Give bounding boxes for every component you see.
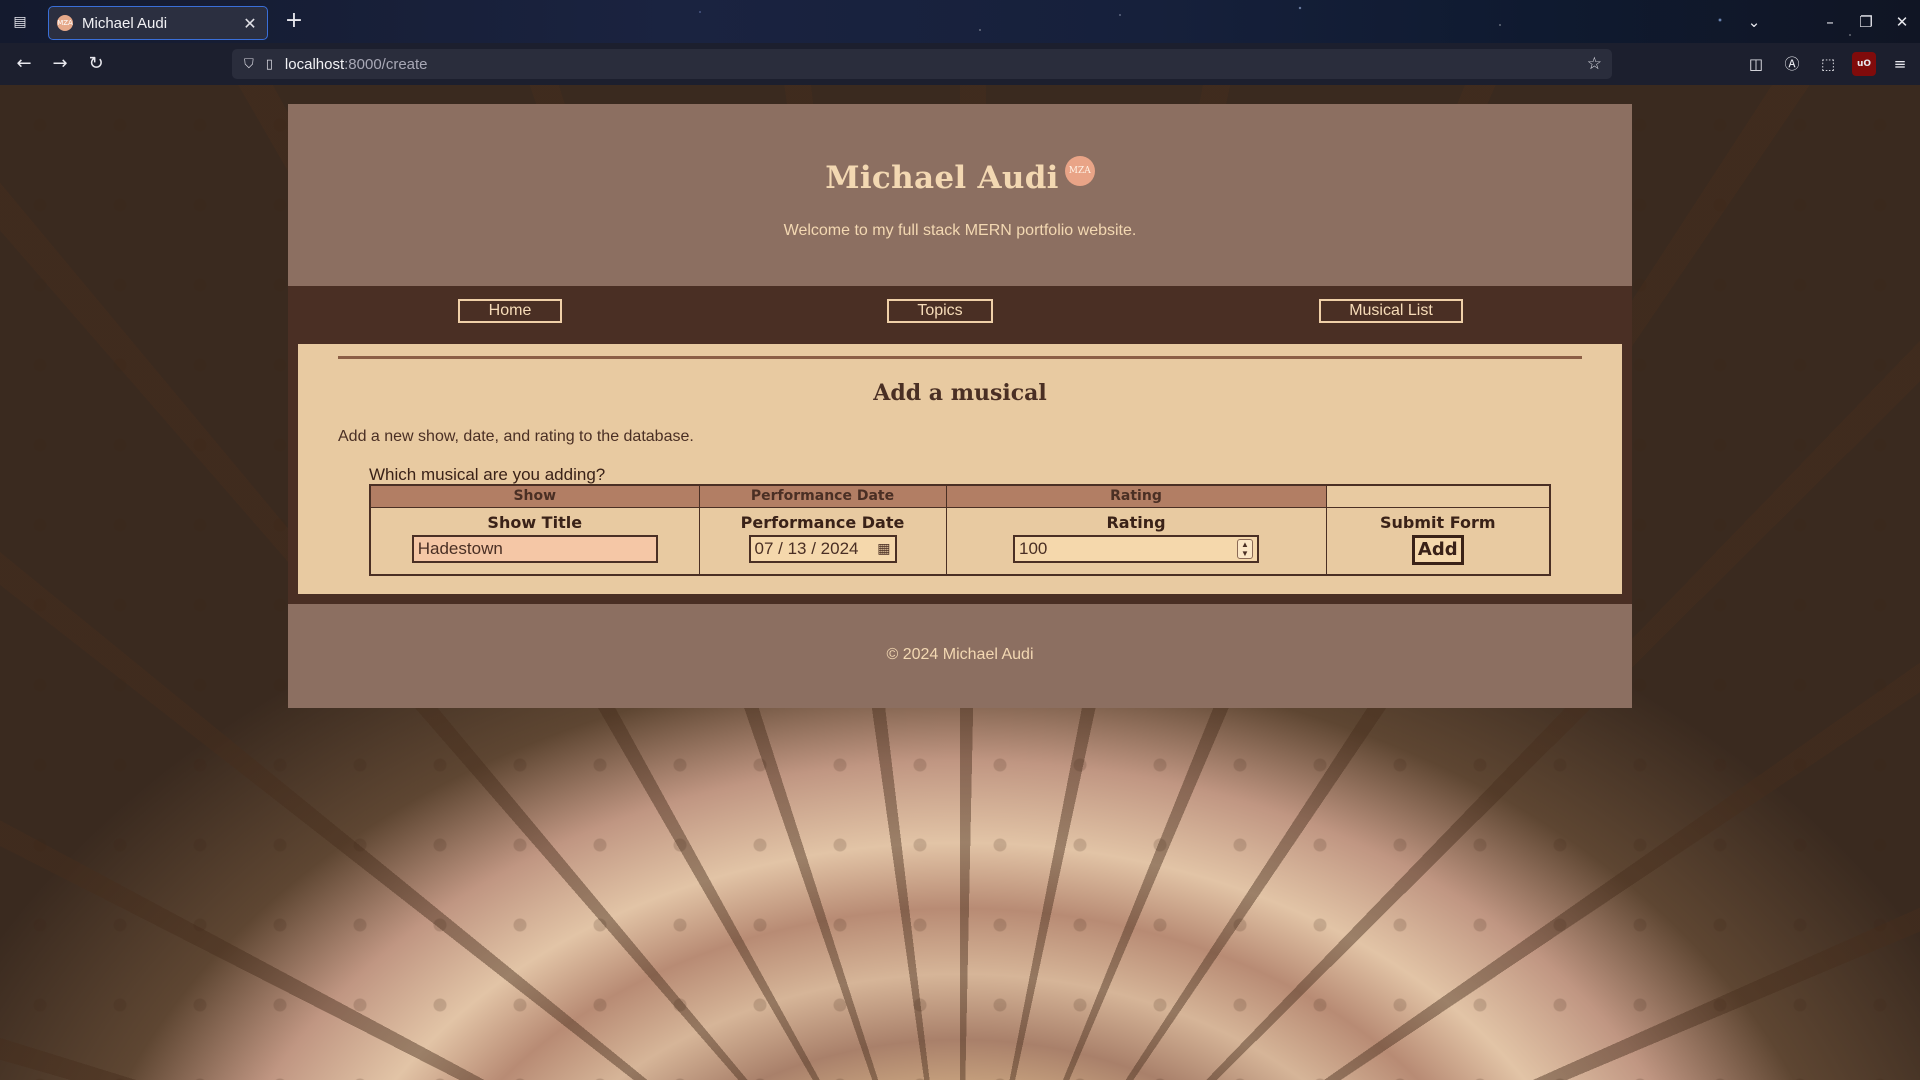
- page-info-icon[interactable]: ▯: [266, 57, 273, 72]
- site-title: Michael Audi: [825, 160, 1059, 196]
- date-cell: Performance Date 07 / 13 / 2024 ▦: [698, 506, 947, 576]
- date-value: 07 / 13 / 2024: [754, 538, 859, 558]
- reload-icon[interactable]: ↻: [84, 52, 108, 76]
- menu-icon[interactable]: ≡: [1888, 52, 1912, 76]
- rating-label: Rating: [1106, 512, 1166, 532]
- rating-cell: Rating 100 ▲ ▼: [945, 506, 1327, 576]
- back-icon[interactable]: ←: [12, 52, 36, 76]
- address-bar[interactable]: ⛉ ▯ localhost :8000/create ☆: [232, 49, 1612, 79]
- calendar-icon[interactable]: ▦: [877, 540, 890, 557]
- show-title-label: Show Title: [487, 512, 583, 532]
- toolbar-icons: ◫ Ⓐ ⬚ uO ≡: [1744, 52, 1912, 76]
- site-container: Michael Audi MZA Welcome to my full stac…: [288, 104, 1632, 708]
- logo-badge: MZA: [1064, 156, 1095, 186]
- favicon-icon: MZA: [57, 15, 73, 31]
- column-header-submit: [1325, 484, 1551, 508]
- form-legend: Which musical are you adding?: [369, 465, 606, 484]
- window-controls: ⌄ – ❐ ✕: [1736, 0, 1920, 43]
- add-musical-form-table: Show Performance Date Rating Show Title …: [369, 484, 1551, 576]
- minimize-icon[interactable]: –: [1812, 13, 1848, 31]
- site-tagline: Welcome to my full stack MERN portfolio …: [783, 222, 1137, 239]
- tab-list-icon[interactable]: ▤: [8, 10, 32, 34]
- tab-close-icon[interactable]: ✕: [241, 14, 259, 33]
- rating-value: 100: [1019, 538, 1048, 558]
- performance-date-input[interactable]: 07 / 13 / 2024 ▦: [748, 534, 897, 563]
- nav-link-musical-list[interactable]: Musical List: [1319, 299, 1463, 323]
- shield-icon[interactable]: ⛉: [244, 57, 254, 72]
- divider: [338, 356, 1582, 359]
- performance-date-label: Performance Date: [740, 512, 905, 532]
- number-spinner-icon[interactable]: ▲ ▼: [1237, 538, 1253, 559]
- tab-overflow-icon[interactable]: ⌄: [1736, 13, 1772, 31]
- forward-icon[interactable]: →: [48, 52, 72, 76]
- site-nav: Home Topics Musical List: [288, 286, 1632, 344]
- page-description: Add a new show, date, and rating to the …: [338, 428, 694, 445]
- restore-icon[interactable]: ❐: [1848, 13, 1884, 31]
- column-header-rating: Rating: [945, 484, 1327, 508]
- pocket-icon[interactable]: ◫: [1744, 52, 1768, 76]
- table-header-row: Show Performance Date Rating: [369, 484, 1551, 508]
- main-wrap: Add a musical Add a new show, date, and …: [288, 344, 1632, 604]
- column-header-show: Show: [369, 484, 700, 508]
- show-title-input[interactable]: [411, 534, 658, 563]
- submit-form-label: Submit Form: [1379, 512, 1496, 532]
- nav-link-home[interactable]: Home: [458, 299, 562, 323]
- rating-input[interactable]: 100 ▲ ▼: [1013, 534, 1259, 563]
- extensions-icon[interactable]: ⬚: [1816, 52, 1840, 76]
- add-button[interactable]: Add: [1411, 534, 1464, 565]
- ublock-icon[interactable]: uO: [1852, 52, 1876, 76]
- bookmark-star-icon[interactable]: ☆: [1587, 54, 1602, 74]
- site-header: Michael Audi MZA Welcome to my full stac…: [288, 104, 1632, 286]
- tab-title: Michael Audi: [82, 14, 168, 32]
- nav-link-topics[interactable]: Topics: [887, 299, 993, 323]
- browser-tab-bar: ▤ MZA Michael Audi ✕ + ⌄ – ❐ ✕: [0, 0, 1920, 43]
- new-tab-button[interactable]: +: [280, 8, 308, 36]
- account-icon[interactable]: Ⓐ: [1780, 52, 1804, 76]
- submit-cell: Submit Form Add: [1325, 506, 1551, 576]
- column-header-date: Performance Date: [698, 484, 947, 508]
- url-path: :8000/create: [344, 55, 428, 73]
- page-heading: Add a musical: [873, 380, 1047, 406]
- main-panel: Add a musical Add a new show, date, and …: [298, 344, 1622, 594]
- close-window-icon[interactable]: ✕: [1884, 13, 1920, 31]
- site-title-wrap: Michael Audi MZA: [288, 156, 1632, 196]
- browser-toolbar: ← → ↻ ⛉ ▯ localhost :8000/create ☆ ◫ Ⓐ ⬚…: [0, 43, 1920, 85]
- form-row: Show Title Performance Date 07 / 13 / 20…: [369, 506, 1551, 576]
- site-footer: © 2024 Michael Audi: [288, 604, 1632, 708]
- browser-tab-active[interactable]: MZA Michael Audi ✕: [48, 6, 268, 40]
- show-cell: Show Title: [369, 506, 700, 576]
- footer-copyright: © 2024 Michael Audi: [886, 646, 1034, 663]
- url-host: localhost: [284, 55, 345, 73]
